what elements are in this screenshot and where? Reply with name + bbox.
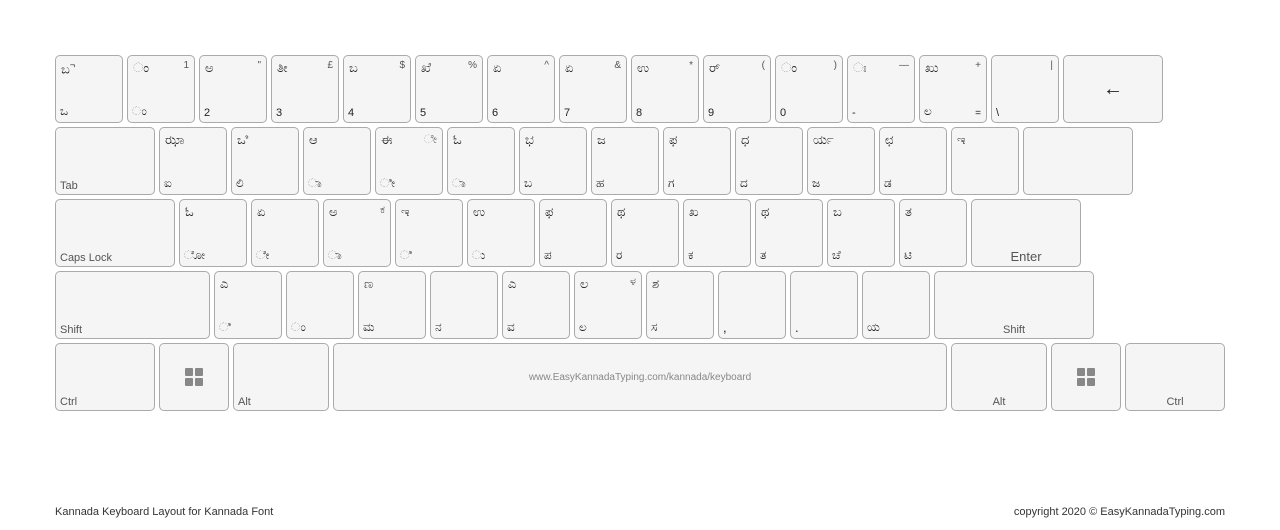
- key-quote[interactable]: ತ ಟಿ: [899, 199, 967, 267]
- key-9[interactable]: ರ್ ( 9: [703, 55, 771, 123]
- row-shift: Shift ಎ ಿ ಂ ಣ ಮ ನ ಎ ವ ಲ ಲ ಳ ಶ ಸ ,: [55, 271, 1225, 339]
- key-semicolon[interactable]: ಬ ಚೆ: [827, 199, 895, 267]
- key-m[interactable]: ಶ ಸ: [646, 271, 714, 339]
- key-tab[interactable]: Tab: [55, 127, 155, 195]
- windows-logo-icon: [185, 368, 203, 386]
- key-backtick[interactable]: ಬ¬ ಒ: [55, 55, 123, 123]
- key-b[interactable]: ಎ ವ: [502, 271, 570, 339]
- key-d[interactable]: ಅ ಾ ಕ: [323, 199, 391, 267]
- key-period[interactable]: .: [790, 271, 858, 339]
- key-bracket-r[interactable]: ಇ: [951, 127, 1019, 195]
- row-asdf: Caps Lock ಓ ೋ ಏ ೇ ಅ ಾ ಕ ಇ ಿ ಉ ು ಫ ಪ ಥ ರ: [55, 199, 1225, 267]
- key-slash[interactable]: ಯ: [862, 271, 930, 339]
- space-url-text: www.EasyKannadaTyping.com/kannada/keyboa…: [529, 372, 751, 383]
- windows-logo-icon-right: [1077, 368, 1095, 386]
- footer-left: Kannada Keyboard Layout for Kannada Font: [55, 506, 273, 518]
- key-g[interactable]: ಉ ು: [467, 199, 535, 267]
- key-n[interactable]: ಲ ಲ ಳ: [574, 271, 642, 339]
- key-ctrl-left[interactable]: Ctrl: [55, 343, 155, 411]
- key-y[interactable]: ಭ ಬ: [519, 127, 587, 195]
- key-equals[interactable]: ಖು + ಲ =: [919, 55, 987, 123]
- key-bracket-l[interactable]: ಛ ಡ: [879, 127, 947, 195]
- key-1[interactable]: ಂ 1 ಂ: [127, 55, 195, 123]
- key-a[interactable]: ಓ ೋ: [179, 199, 247, 267]
- key-e[interactable]: ಆ ಾ: [303, 127, 371, 195]
- key-v[interactable]: ನ: [430, 271, 498, 339]
- key-x[interactable]: ಂ: [286, 271, 354, 339]
- key-2[interactable]: ಅ " 2: [199, 55, 267, 123]
- row-qwerty: Tab ಝಾ ಐ ಒಿ ಲಿ ಆ ಾ ಈ ೀ ೇ ಓ ಾ ಭ ಬ ಜ ಹ: [55, 127, 1225, 195]
- backspace-icon: ←: [1103, 78, 1123, 101]
- row-number: ಬ¬ ಒ ಂ 1 ಂ ಅ " 2 ತೀ £ 3 ಬ $ 4 ಖೆ % 5 ಏ: [55, 55, 1225, 123]
- key-k[interactable]: ಖ ಕ: [683, 199, 751, 267]
- key-6[interactable]: ಏ ^ 6: [487, 55, 555, 123]
- key-shift-left[interactable]: Shift: [55, 271, 210, 339]
- key-3[interactable]: ತೀ £ 3: [271, 55, 339, 123]
- key-win-left[interactable]: [159, 343, 229, 411]
- key-backslash[interactable]: | \: [991, 55, 1059, 123]
- key-u[interactable]: ಜ ಹ: [591, 127, 659, 195]
- row-bottom: Ctrl Alt www.EasyKannadaTyping.com/kanna…: [55, 343, 1225, 411]
- key-o[interactable]: ಧ ದ: [735, 127, 803, 195]
- key-space[interactable]: www.EasyKannadaTyping.com/kannada/keyboa…: [333, 343, 947, 411]
- key-5[interactable]: ಖೆ % 5: [415, 55, 483, 123]
- key-backspace[interactable]: ←: [1063, 55, 1163, 123]
- key-enter-bottom[interactable]: Enter: [971, 199, 1081, 267]
- key-8[interactable]: ಉ * 8: [631, 55, 699, 123]
- key-7[interactable]: ಏ & 7: [559, 55, 627, 123]
- key-comma[interactable]: ,: [718, 271, 786, 339]
- key-0[interactable]: ಂ ) 0: [775, 55, 843, 123]
- key-shift-right[interactable]: Shift: [934, 271, 1094, 339]
- key-enter[interactable]: [1023, 127, 1133, 195]
- key-z[interactable]: ಎ ಿ: [214, 271, 282, 339]
- key-alt-left[interactable]: Alt: [233, 343, 329, 411]
- key-caps-lock[interactable]: Caps Lock: [55, 199, 175, 267]
- key-win-right[interactable]: [1051, 343, 1121, 411]
- key-w[interactable]: ಒಿ ಲಿ: [231, 127, 299, 195]
- key-q[interactable]: ಝಾ ಐ: [159, 127, 227, 195]
- key-h[interactable]: ಫ ಪ: [539, 199, 607, 267]
- keyboard-title: Kannada Keyboard: [55, 506, 149, 518]
- key-4[interactable]: ಬ $ 4: [343, 55, 411, 123]
- keyboard-container: ಬ¬ ಒ ಂ 1 ಂ ಅ " 2 ತೀ £ 3 ಬ $ 4 ಖೆ % 5 ಏ: [55, 55, 1225, 415]
- key-ctrl-right[interactable]: Ctrl: [1125, 343, 1225, 411]
- keyboard-subtitle: Layout for Kannada Font: [152, 506, 273, 518]
- key-r[interactable]: ಈ ೀ ೇ: [375, 127, 443, 195]
- key-f[interactable]: ಇ ಿ: [395, 199, 463, 267]
- key-p[interactable]: ರ್ಯ ಜ: [807, 127, 875, 195]
- footer: Kannada Keyboard Layout for Kannada Font…: [55, 506, 1225, 518]
- key-j[interactable]: ಥ ರ: [611, 199, 679, 267]
- key-alt-right[interactable]: Alt: [951, 343, 1047, 411]
- footer-copyright: copyright 2020 © EasyKannadaTyping.com: [1014, 506, 1225, 518]
- key-s[interactable]: ಏ ೇ: [251, 199, 319, 267]
- key-l[interactable]: ಥ ತ: [755, 199, 823, 267]
- key-c[interactable]: ಣ ಮ: [358, 271, 426, 339]
- key-minus[interactable]: ಃ — -: [847, 55, 915, 123]
- key-t[interactable]: ಓ ಾ: [447, 127, 515, 195]
- key-i[interactable]: ಫ ಗ: [663, 127, 731, 195]
